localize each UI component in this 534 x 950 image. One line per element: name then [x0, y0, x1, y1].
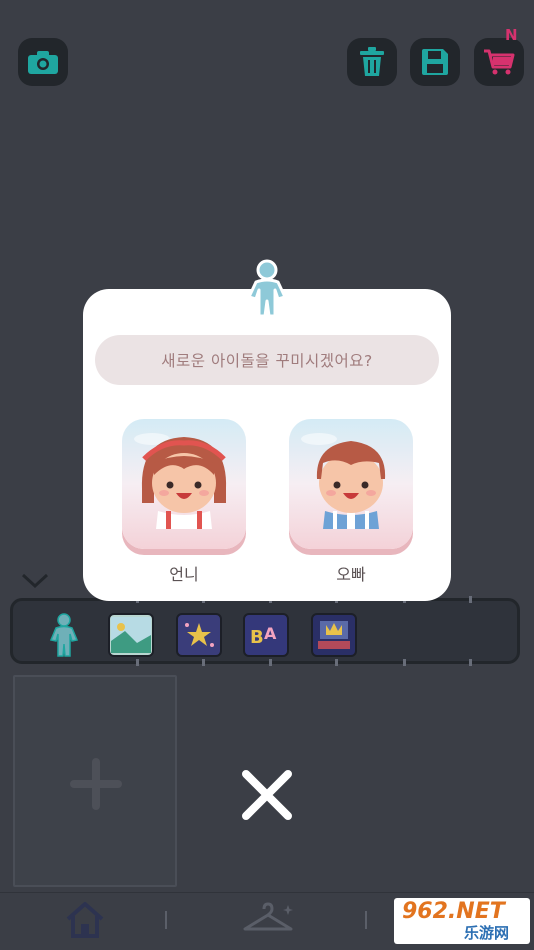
- new-idol-dialog: 새로운 아이돌을 꾸미시겠어요? 언니 오빠: [83, 289, 451, 601]
- tray-stage-tab[interactable]: [311, 613, 357, 657]
- option-unni-button[interactable]: [122, 419, 246, 549]
- letters-icon: B A: [250, 624, 277, 648]
- dialog-question: 새로운 아이돌을 꾸미시겠어요?: [95, 335, 439, 385]
- chevron-down-icon: [21, 573, 49, 589]
- girl-avatar-icon: [134, 433, 227, 529]
- floppy-disk-icon: [422, 49, 448, 75]
- site-watermark: 962.NET 乐游网: [394, 898, 530, 944]
- option-oppa-label: 오빠: [336, 565, 366, 584]
- option-oppa-button[interactable]: [289, 419, 413, 549]
- shop-button[interactable]: [474, 38, 524, 86]
- camera-button[interactable]: [18, 38, 68, 86]
- close-icon[interactable]: [238, 766, 296, 824]
- trash-icon: [360, 47, 384, 76]
- new-badge: N: [505, 26, 518, 44]
- option-unni-label: 언니: [169, 565, 199, 584]
- tray-figure-tab[interactable]: [41, 613, 87, 657]
- hanger-icon[interactable]: [240, 901, 296, 937]
- home-icon[interactable]: [64, 901, 106, 939]
- category-tray: B A: [10, 596, 520, 666]
- shopping-cart-icon: [484, 49, 515, 75]
- svg-text:A: A: [264, 624, 277, 643]
- stage-icon: [318, 621, 350, 649]
- tray-letters-tab[interactable]: B A: [243, 613, 289, 657]
- dialog-figure-icon: [247, 259, 287, 318]
- delete-button[interactable]: [347, 38, 397, 86]
- svg-text:B: B: [250, 627, 264, 648]
- tray-stickers-tab[interactable]: [176, 613, 222, 657]
- camera-icon: [28, 51, 58, 74]
- add-idol-slot[interactable]: [13, 675, 177, 887]
- nav-divider: [165, 911, 167, 929]
- tray-background-tab[interactable]: [108, 613, 154, 657]
- nav-divider: [365, 911, 367, 929]
- figure-icon: [49, 613, 79, 657]
- watermark-top-text: 962.NET: [402, 899, 505, 924]
- save-button[interactable]: [410, 38, 460, 86]
- background-image-icon: [111, 617, 151, 653]
- stars-icon: [185, 623, 214, 647]
- plus-icon: [70, 758, 122, 810]
- collapse-chevron-button[interactable]: [20, 572, 50, 594]
- boy-avatar-icon: [301, 433, 386, 529]
- watermark-bottom-text: 乐游网: [464, 924, 510, 942]
